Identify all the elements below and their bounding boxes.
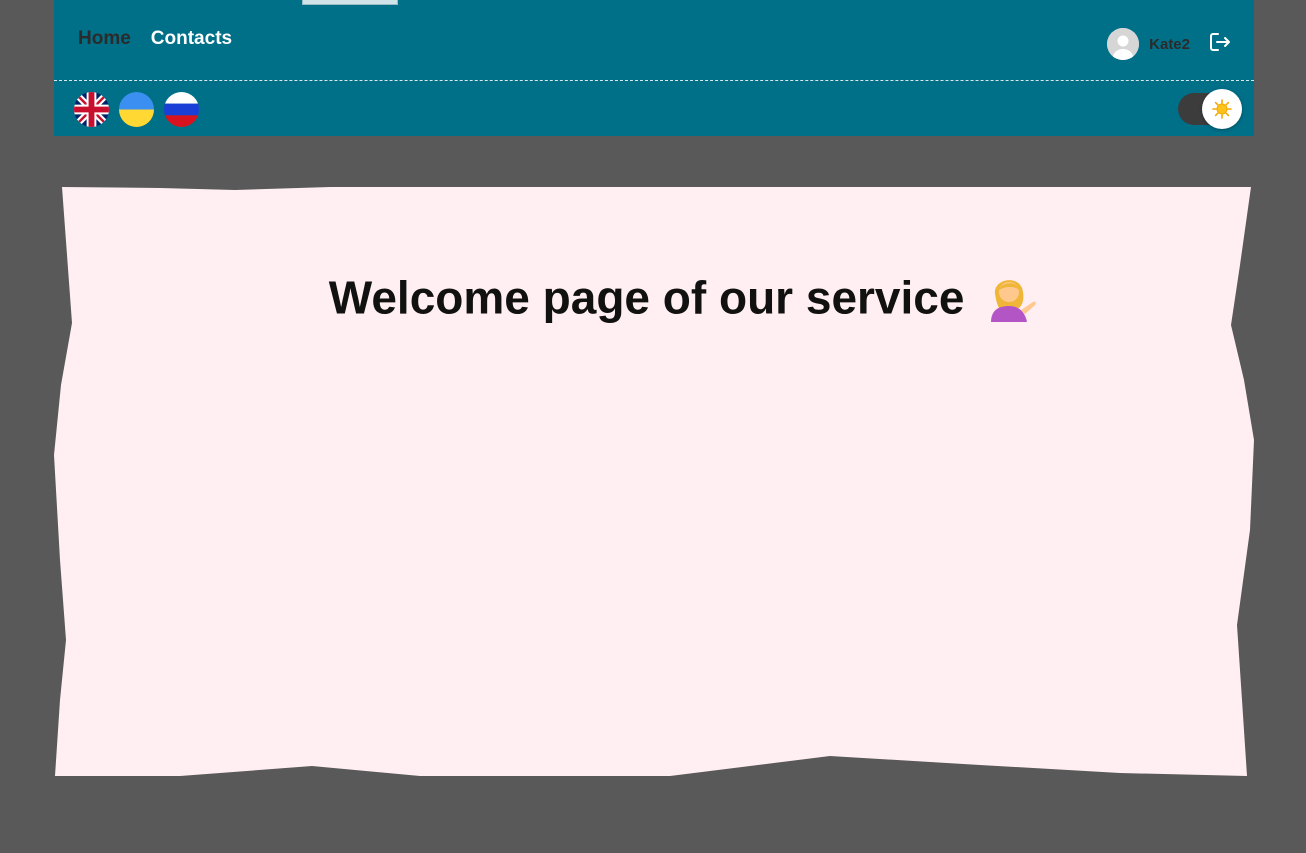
language-uk-button[interactable]	[119, 92, 154, 127]
language-switcher	[74, 92, 199, 127]
theme-toggle[interactable]	[1178, 89, 1242, 129]
woman-tipping-hand-icon	[985, 270, 1037, 333]
user-avatar-icon	[1107, 28, 1140, 60]
ukraine-flag-icon	[119, 92, 154, 127]
language-ru-button[interactable]	[164, 92, 199, 127]
logout-icon	[1210, 33, 1230, 51]
theme-toggle-knob	[1202, 89, 1242, 129]
welcome-title: Welcome page of our service	[0, 270, 1306, 333]
logout-button[interactable]	[1208, 30, 1232, 54]
main-nav: Home Contacts	[78, 28, 232, 50]
welcome-title-text: Welcome page of our service	[328, 271, 965, 324]
app-header: Home Contacts Kate2	[54, 0, 1254, 136]
uk-flag-icon	[74, 92, 109, 127]
russia-flag-icon	[164, 92, 199, 127]
user-info: Kate2	[1107, 28, 1190, 60]
language-en-button[interactable]	[74, 92, 109, 127]
sun-icon	[1212, 99, 1232, 119]
nav-contacts-link[interactable]: Contacts	[151, 28, 232, 50]
nav-home-link[interactable]: Home	[78, 28, 131, 50]
username: Kate2	[1149, 35, 1190, 53]
header-divider	[54, 80, 1254, 81]
top-tab[interactable]	[302, 0, 398, 5]
avatar	[1107, 28, 1140, 60]
